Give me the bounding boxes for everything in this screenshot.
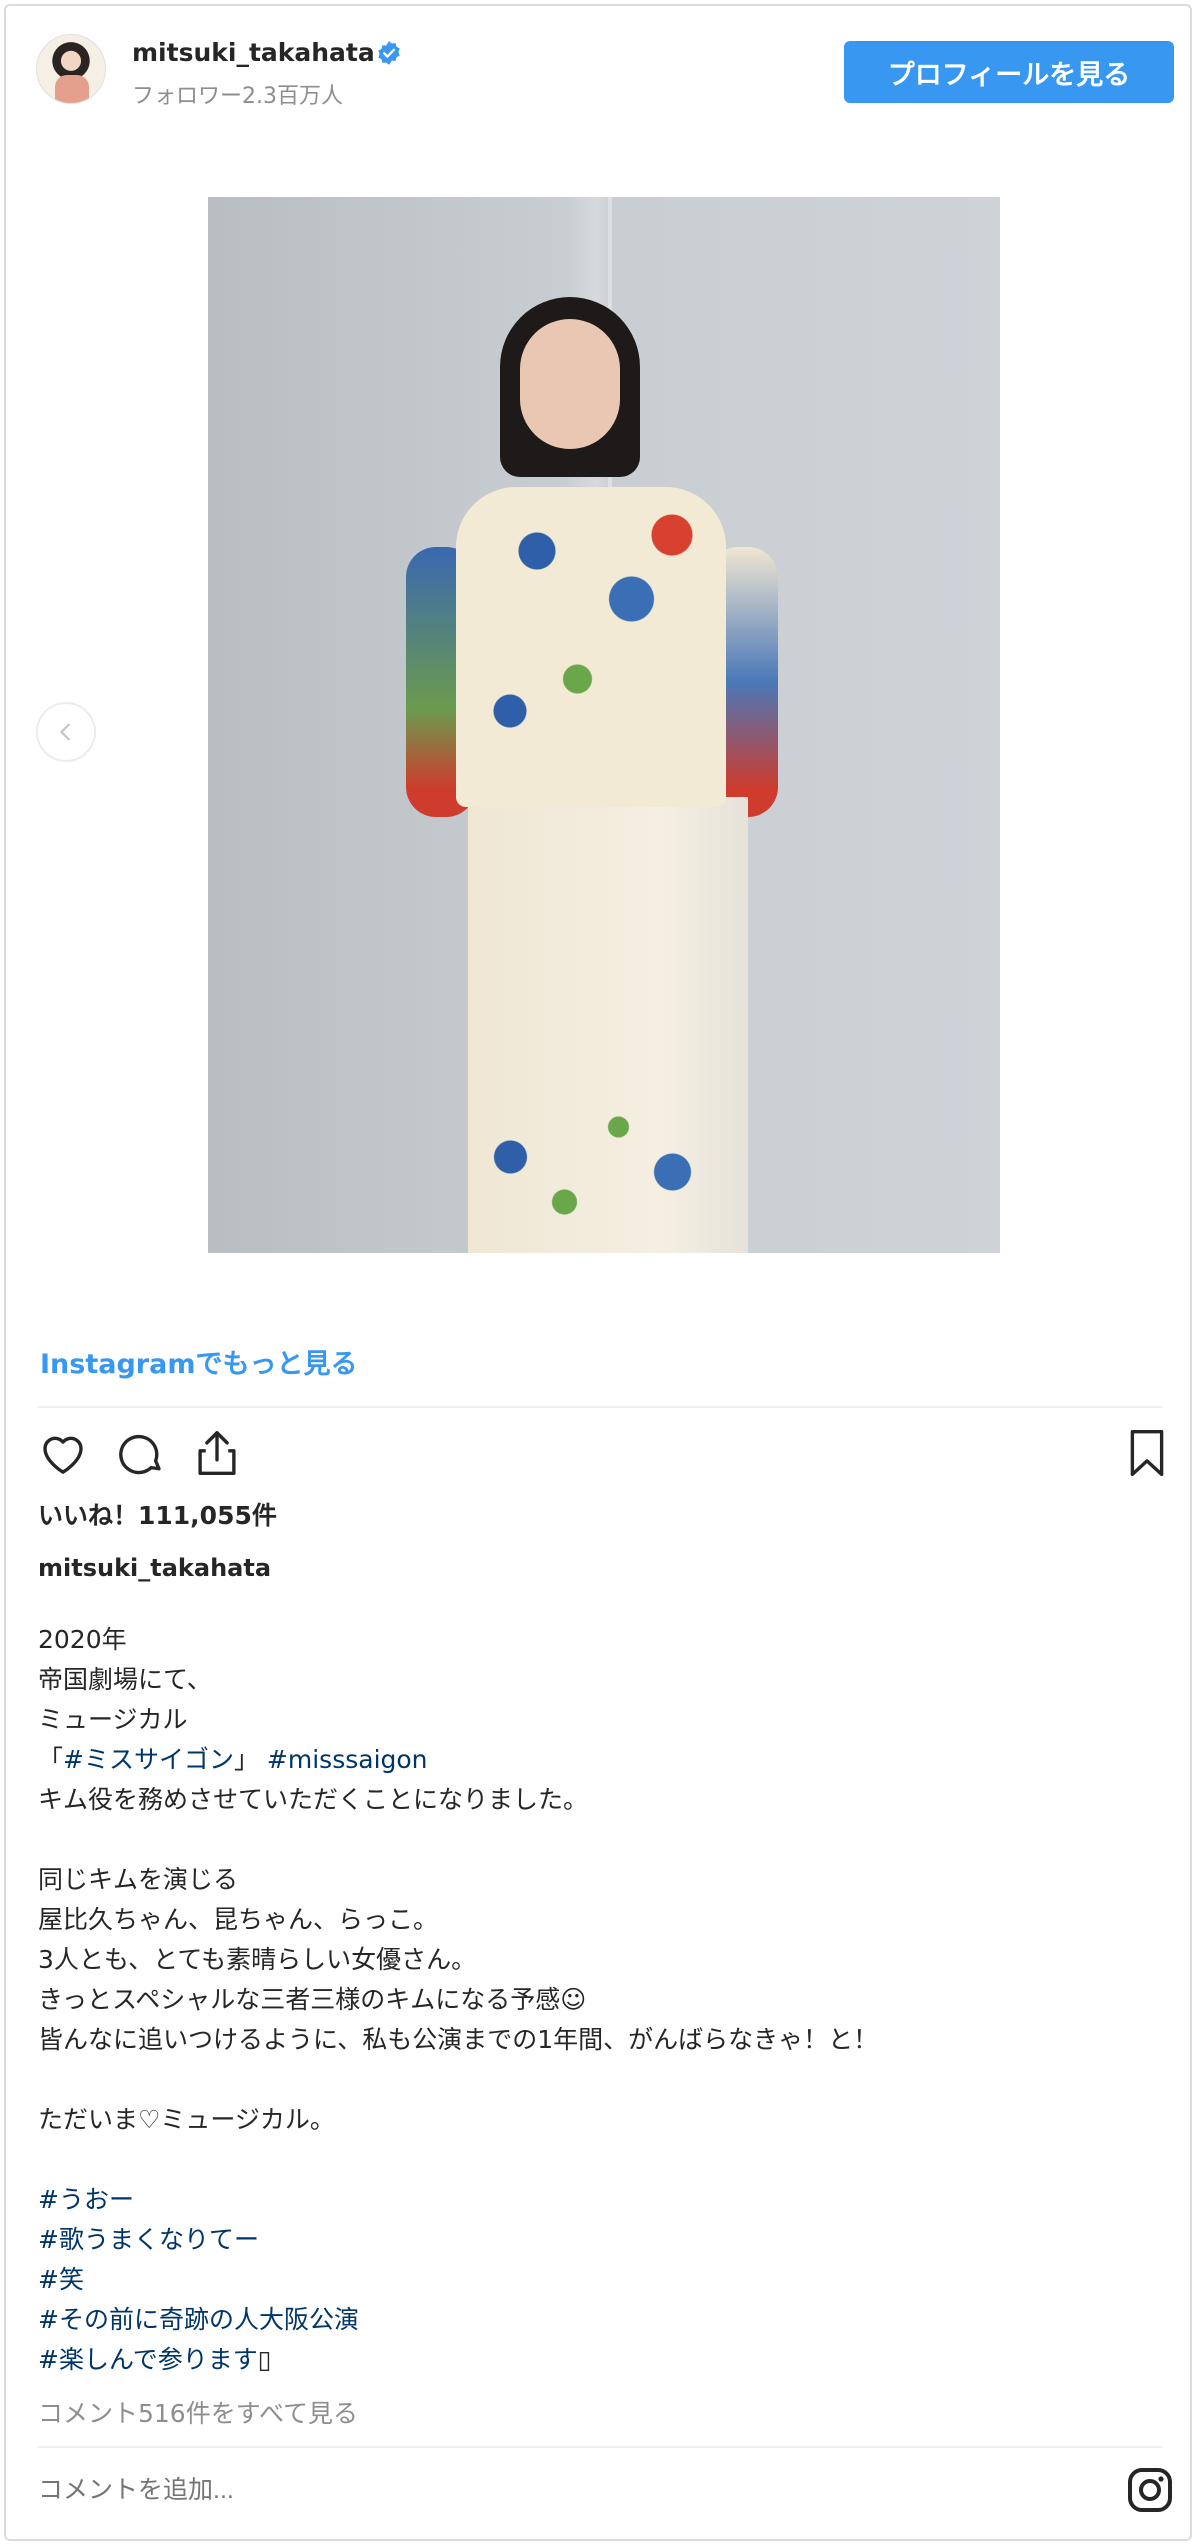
view-all-comments-link[interactable]: コメント516件をすべて見る bbox=[38, 2394, 358, 2430]
caption-segment: 帝国劇場にて、 bbox=[38, 1665, 212, 1694]
caption-segment: 同じキムを演じる bbox=[38, 1865, 239, 1894]
caption-segment: ただいま♡ミュージカル。 bbox=[38, 2105, 335, 2134]
hashtag-link[interactable]: #その前に奇跡の人大阪公演 bbox=[38, 2305, 359, 2334]
verified-badge-icon bbox=[378, 41, 400, 65]
like-count[interactable]: いいね！111,055件 bbox=[38, 1496, 277, 1532]
caption-segment: 皆んなに追いつけるように、私も公演までの1年間、がんばらなきゃ！と！ bbox=[38, 2025, 879, 2054]
instagram-logo-icon[interactable] bbox=[1126, 2466, 1174, 2514]
post-header: mitsuki_takahata フォロワー2.3百万人 プロフィールを見る bbox=[6, 6, 1190, 126]
caption-text: 2020年 帝国劇場にて、 ミュージカル 「#ミスサイゴン」 #misssaigon キ… bbox=[38, 1620, 1158, 2380]
caption-line: 皆んなに追いつけるように、私も公演までの1年間、がんばらなきゃ！と！ bbox=[38, 2020, 1158, 2060]
view-more-on-instagram-link[interactable]: Instagramでもっと見る bbox=[40, 1342, 357, 1381]
bookmark-icon[interactable] bbox=[1120, 1426, 1174, 1480]
hashtag-link[interactable]: #misssaigon bbox=[267, 1745, 428, 1774]
caption-line: #歌うまくなりてー bbox=[38, 2220, 1158, 2260]
follower-count: フォロワー2.3百万人 bbox=[132, 84, 343, 109]
caption-line bbox=[38, 2140, 1158, 2180]
caption-segment: ▯ bbox=[257, 2345, 272, 2374]
share-icon[interactable] bbox=[190, 1426, 244, 1480]
caption-line: 「#ミスサイゴン」 #misssaigon bbox=[38, 1740, 1158, 1780]
caption-line: ミュージカル bbox=[38, 1700, 1158, 1740]
like-heart-icon[interactable] bbox=[36, 1426, 90, 1480]
username[interactable]: mitsuki_takahata bbox=[132, 38, 375, 67]
hashtag-link[interactable]: #ミスサイゴン bbox=[63, 1745, 234, 1774]
view-profile-button[interactable]: プロフィールを見る bbox=[844, 41, 1174, 103]
caption-segment: 2020年 bbox=[38, 1625, 127, 1654]
caption-line: 3人とも、とても素晴らしい女優さん。 bbox=[38, 1940, 1158, 1980]
hashtag-link[interactable]: #うおー bbox=[38, 2185, 134, 2214]
caption-line: きっとスペシャルな三者三様のキムになる予感☺ bbox=[38, 1980, 1158, 2020]
caption-line: 2020年 bbox=[38, 1620, 1158, 1660]
caption-segment: 3人とも、とても素晴らしい女優さん。 bbox=[38, 1945, 477, 1974]
photo-face bbox=[520, 319, 620, 449]
comment-bubble-icon[interactable] bbox=[114, 1426, 168, 1480]
caption-username[interactable]: mitsuki_takahata bbox=[38, 1554, 271, 1582]
divider bbox=[38, 2446, 1162, 2448]
caption-segment: ミュージカル bbox=[38, 1705, 188, 1734]
caption-line: 屋比久ちゃん、昆ちゃん、らっこ。 bbox=[38, 1900, 1158, 1940]
caption-line: 同じキムを演じる bbox=[38, 1860, 1158, 1900]
caption-line: ただいま♡ミュージカル。 bbox=[38, 2100, 1158, 2140]
caption-line bbox=[38, 1820, 1158, 1860]
hashtag-link[interactable]: #歌うまくなりてー bbox=[38, 2225, 259, 2254]
instagram-embed-card: mitsuki_takahata フォロワー2.3百万人 プロフィールを見る I… bbox=[4, 4, 1192, 2541]
caption-segment: 屋比久ちゃん、昆ちゃん、らっこ。 bbox=[38, 1905, 439, 1934]
caption-line: #うおー bbox=[38, 2180, 1158, 2220]
photo-dress-bodice bbox=[456, 487, 726, 807]
carousel-prev-button[interactable] bbox=[36, 702, 96, 762]
caption-segment: きっとスペシャルな三者三様のキムになる予感☺ bbox=[38, 1985, 587, 2014]
caption-segment: 」 bbox=[233, 1745, 267, 1774]
hashtag-link[interactable]: #笑 bbox=[38, 2265, 84, 2294]
caption-line: キム役を務めさせていただくことになりました。 bbox=[38, 1780, 1158, 1820]
post-photo[interactable] bbox=[208, 197, 1000, 1253]
caption-line: #その前に奇跡の人大阪公演 bbox=[38, 2300, 1158, 2340]
caption-line: 帝国劇場にて、 bbox=[38, 1660, 1158, 1700]
divider bbox=[38, 1406, 1162, 1408]
caption-line: #楽しんで参ります▯ bbox=[38, 2340, 1158, 2380]
hashtag-link[interactable]: #楽しんで参ります bbox=[38, 2345, 258, 2374]
chevron-left-icon bbox=[59, 723, 70, 741]
add-comment-input[interactable] bbox=[38, 2476, 360, 2505]
avatar[interactable] bbox=[36, 34, 106, 104]
photo-dress-hem bbox=[470, 1097, 740, 1247]
media-area bbox=[6, 126, 1190, 1306]
caption-line bbox=[38, 2060, 1158, 2100]
caption-segment: キム役を務めさせていただくことになりました。 bbox=[38, 1785, 589, 1814]
caption-line: #笑 bbox=[38, 2260, 1158, 2300]
caption-segment: 「 bbox=[38, 1745, 64, 1774]
